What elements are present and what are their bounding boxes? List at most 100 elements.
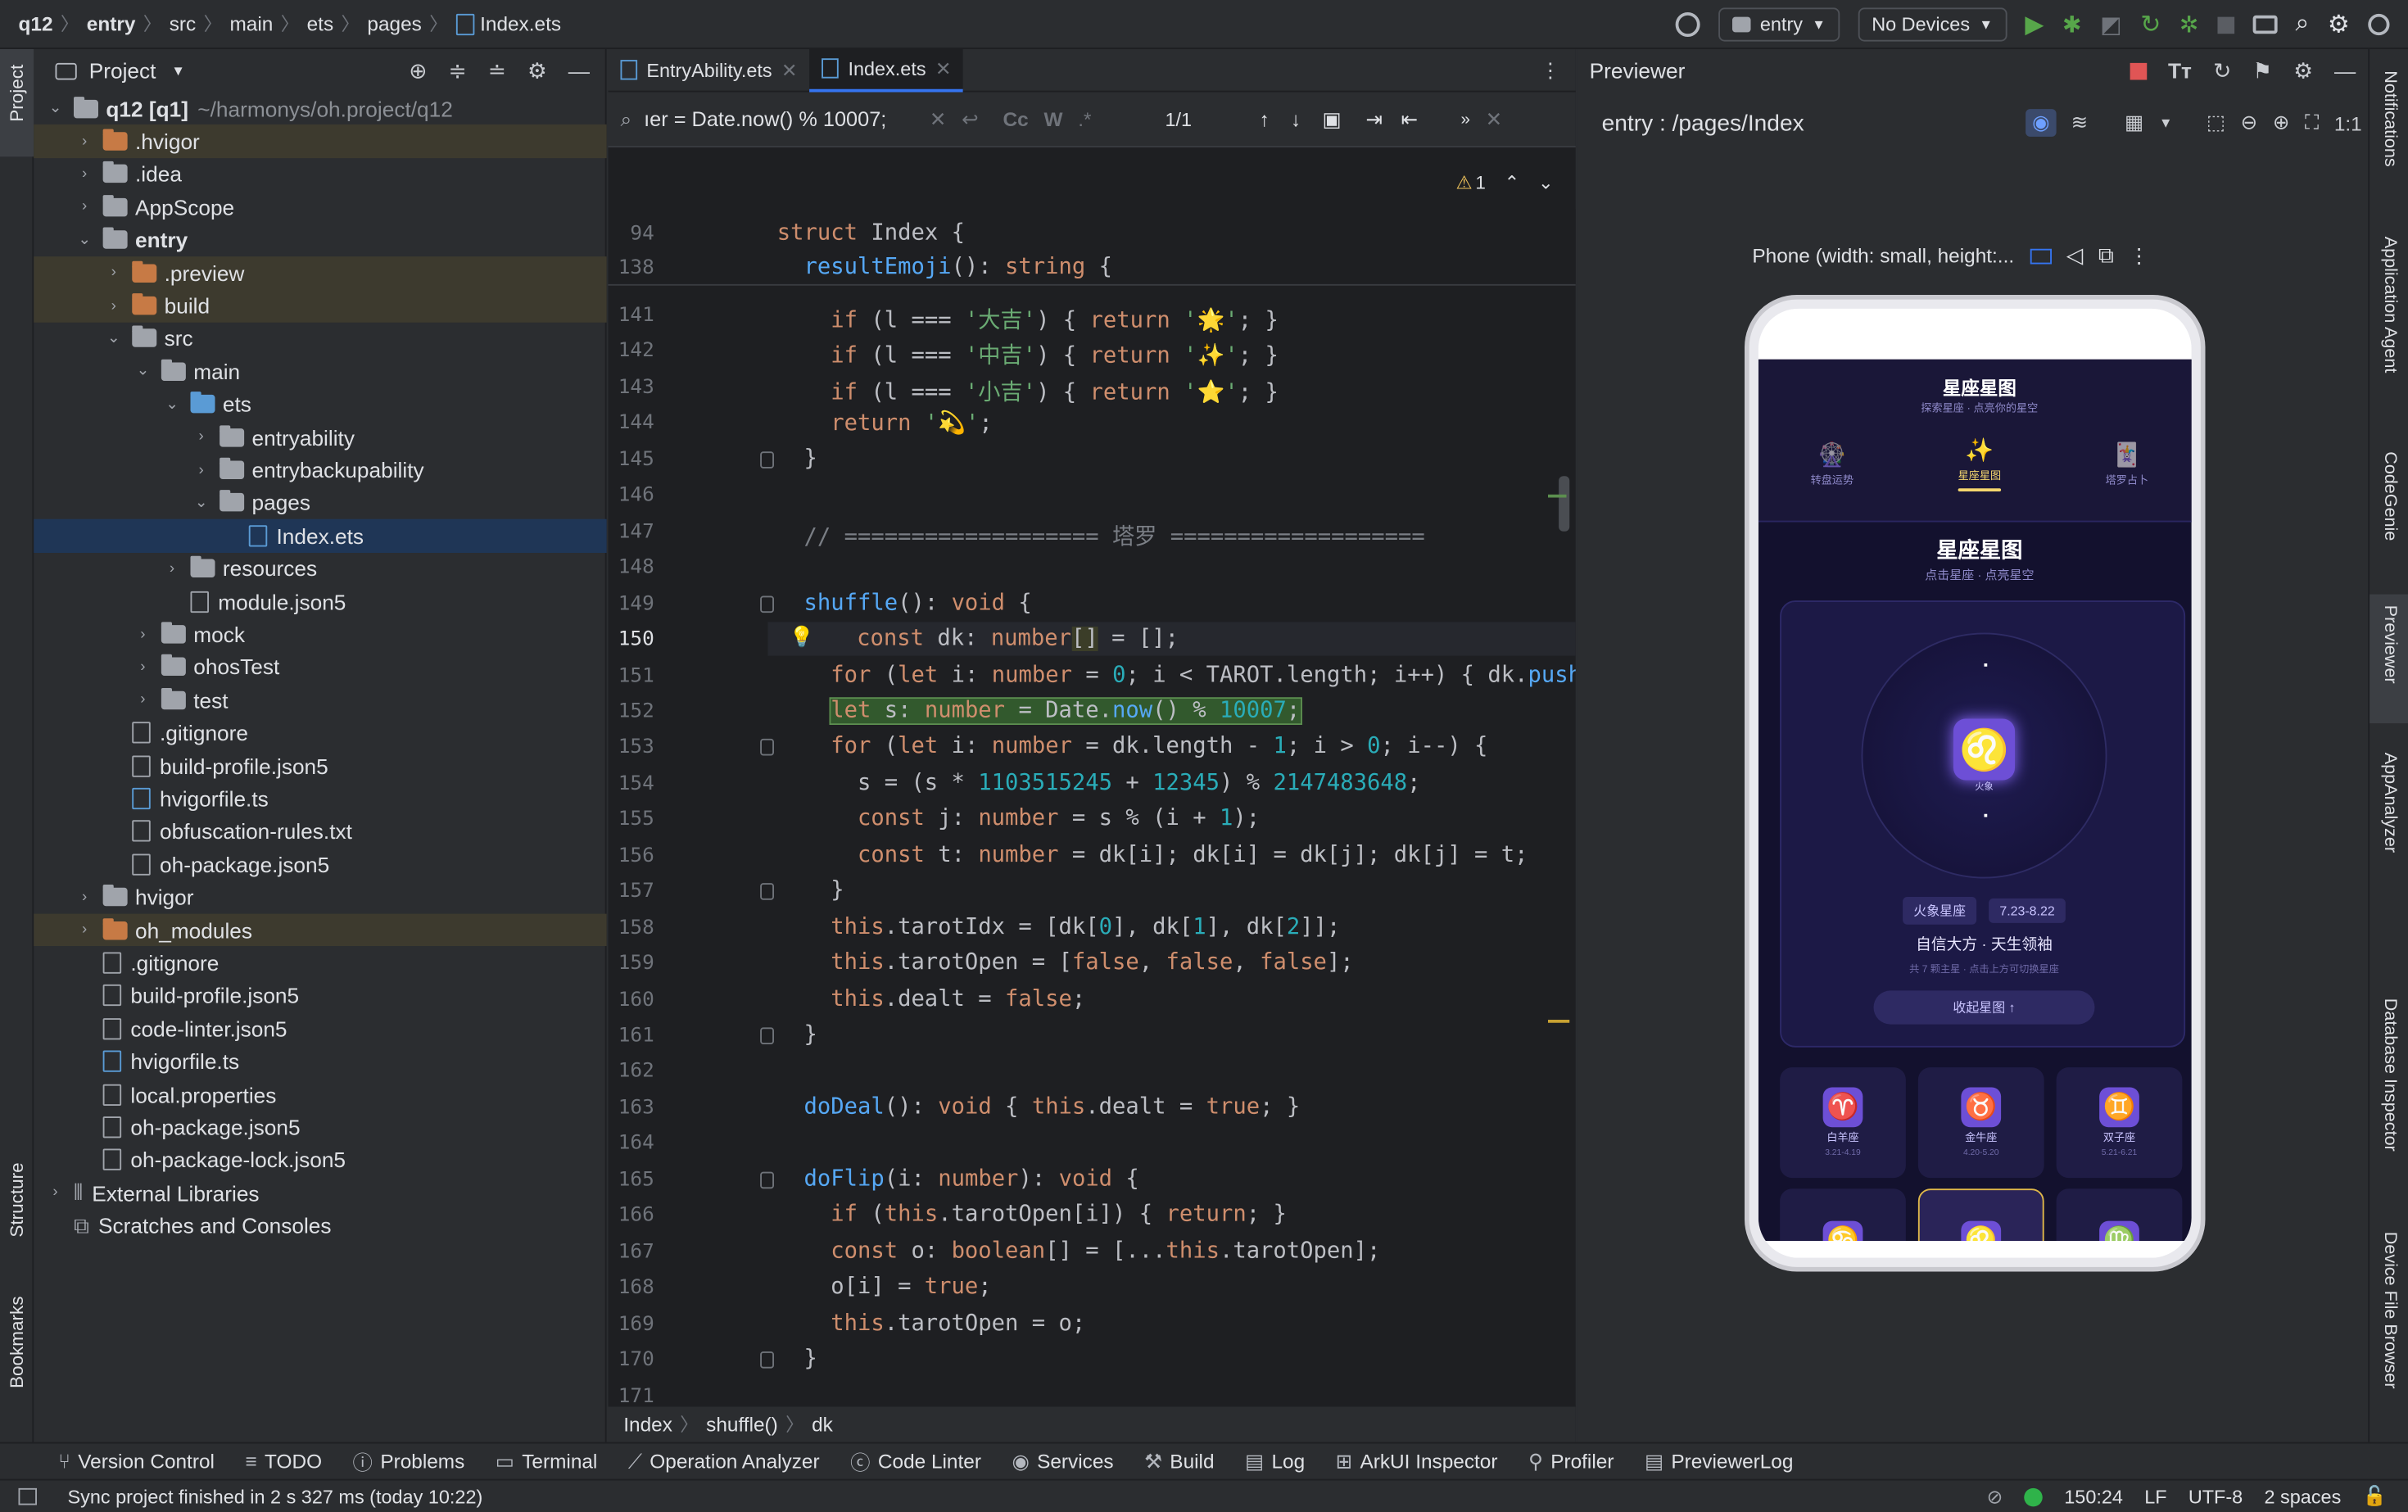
code-line[interactable]: } xyxy=(777,1347,817,1371)
fit-icon[interactable]: ⛶ xyxy=(2305,111,2319,135)
tree-item[interactable]: ⌄ q12 [q1] ~/harmonys/oh.project/q12 xyxy=(34,93,606,125)
tool-window-services[interactable]: ◉ Services xyxy=(1012,1449,1113,1474)
breadcrumb-item[interactable]: Index.ets xyxy=(480,12,561,35)
add-occurrence-icon[interactable]: ⇥ xyxy=(1366,106,1383,131)
locate-icon[interactable]: ⊕ xyxy=(409,57,427,84)
project-panel-title[interactable]: Project xyxy=(89,58,156,83)
tab-entryability[interactable]: EntryAbility.ets ✕ xyxy=(609,48,810,92)
tab-index[interactable]: Index.ets ✕ xyxy=(809,48,964,92)
code-line[interactable]: this.tarotOpen = o; xyxy=(777,1311,1085,1335)
chevron-down-icon[interactable]: ⌄ xyxy=(75,232,94,249)
tree-item[interactable]: code-linter.json5 xyxy=(34,1012,606,1045)
collapse-star-map-button[interactable]: 收起星图 ↑ xyxy=(1873,990,2095,1025)
status-indicator-icon[interactable] xyxy=(2024,1487,2044,1506)
tree-item[interactable]: ⌄ pages xyxy=(34,487,606,519)
fold-marker-icon[interactable] xyxy=(760,883,774,901)
chevron-down-icon[interactable]: ⌄ xyxy=(192,495,210,512)
chevron-right-icon[interactable]: › xyxy=(46,1184,65,1202)
tree-item[interactable]: module.json5 xyxy=(34,585,606,618)
code-line[interactable]: s = (s * 1103515245 + 12345) % 214748364… xyxy=(777,771,1421,795)
code-line[interactable]: for (let i: number = dk.length - 1; i > … xyxy=(777,735,1487,759)
code-line[interactable]: const j: number = s % (i + 1); xyxy=(777,807,1260,831)
fold-marker-icon[interactable] xyxy=(760,1351,774,1369)
expand-all-icon[interactable]: ≑ xyxy=(448,57,466,84)
tree-item[interactable]: › hvigor xyxy=(34,880,606,913)
chevron-right-icon[interactable]: › xyxy=(105,297,124,315)
code-line[interactable]: } xyxy=(777,879,844,903)
previewer-tool-label[interactable]: Previewer xyxy=(2380,605,2399,684)
app-tab[interactable]: ✨ 星座星图 xyxy=(1926,437,2033,491)
close-icon[interactable]: ✕ xyxy=(935,57,952,79)
tree-item[interactable]: › test xyxy=(34,684,606,717)
leo-symbol-icon[interactable]: ♌ xyxy=(1953,718,2015,781)
tree-item[interactable]: › .preview xyxy=(34,256,607,290)
lock-icon[interactable]: 🔓 xyxy=(2363,1485,2387,1508)
zoom-out-icon[interactable]: ⊖ xyxy=(2241,111,2257,135)
chevron-right-icon[interactable]: › xyxy=(163,560,182,577)
hide-icon[interactable]: — xyxy=(568,58,590,83)
chevron-down-icon[interactable]: ▼ xyxy=(2159,115,2173,131)
tool-window-todo[interactable]: ≡ TODO xyxy=(245,1450,322,1473)
account-icon[interactable] xyxy=(2368,13,2390,36)
code-line[interactable]: if (l === '大吉') { return '🌟'; } xyxy=(777,302,1279,334)
prev-highlight-icon[interactable]: ⌃ xyxy=(1504,172,1519,193)
match-case-toggle[interactable]: Cc xyxy=(1003,107,1029,130)
attach-debugger-icon[interactable]: ◩ xyxy=(2100,11,2122,38)
stop-preview-icon[interactable] xyxy=(2130,61,2147,79)
frame-icon[interactable]: ⬚ xyxy=(2207,111,2225,135)
tool-window-log[interactable]: ▤ Log xyxy=(1245,1449,1305,1474)
chevron-right-icon[interactable]: › xyxy=(134,691,152,708)
footer-crumb[interactable]: shuffle() xyxy=(706,1413,778,1436)
run-config-select[interactable]: entry ▼ xyxy=(1718,7,1840,42)
chevron-right-icon[interactable]: › xyxy=(105,265,124,282)
scrollbar-thumb[interactable] xyxy=(1559,476,1570,532)
breadcrumb-item[interactable]: entry xyxy=(87,12,136,35)
chevron-right-icon[interactable]: › xyxy=(134,626,152,643)
code-line[interactable]: doDeal(): void { this.dealt = true; } xyxy=(777,1095,1301,1120)
chevron-down-icon[interactable]: ⌄ xyxy=(105,330,124,347)
code-line[interactable]: // =================== 塔罗 ==============… xyxy=(777,518,1425,550)
tree-item[interactable]: › .idea xyxy=(34,158,606,191)
history-icon[interactable]: ↩ xyxy=(962,106,978,131)
fold-marker-icon[interactable] xyxy=(760,595,774,613)
chevron-down-icon[interactable]: ▼ xyxy=(171,63,185,79)
code-area[interactable]: 141 if (l === '大吉') { return '🌟'; } 142 i… xyxy=(609,286,1576,1404)
tree-item[interactable]: › entryability xyxy=(34,421,606,454)
notifications-tool-label[interactable]: Notifications xyxy=(2380,70,2399,166)
breadcrumb-item[interactable]: src xyxy=(170,12,197,35)
tree-item[interactable]: ⌄ entry xyxy=(34,224,606,256)
tree-item[interactable]: oh-package-lock.json5 xyxy=(34,1143,606,1176)
code-line[interactable]: const dk: number[] = []; xyxy=(803,627,1179,652)
font-size-icon[interactable]: Tт xyxy=(2168,58,2192,83)
zodiac-card[interactable]: ♈ 白羊座 3.21-4.19 xyxy=(1780,1067,1906,1179)
app-tab[interactable]: 🎡 转盘运势 xyxy=(1778,440,1885,487)
sticky-line[interactable]: resultEmoji(): string { xyxy=(777,255,1113,279)
chevron-down-icon[interactable]: ⌄ xyxy=(46,100,65,117)
close-icon[interactable]: ✕ xyxy=(781,58,798,81)
tree-item[interactable]: ⌄ src xyxy=(34,322,606,355)
tree-item[interactable]: .gitignore xyxy=(34,717,606,749)
chevron-right-icon[interactable]: › xyxy=(75,133,94,150)
rotate-icon[interactable]: ⧉ xyxy=(2098,242,2114,269)
tree-item[interactable]: › oh_modules xyxy=(34,913,607,947)
code-line[interactable]: for (let i: number = 0; i < TAROT.length… xyxy=(777,663,1576,687)
bookmarks-tool-label[interactable]: Bookmarks xyxy=(7,1297,28,1389)
zodiac-card[interactable]: ♋ xyxy=(1780,1188,1906,1241)
inspection-widget[interactable]: ⚠ 1 ⌃ ⌄ xyxy=(1456,172,1554,193)
layers-icon[interactable]: ≋ xyxy=(2071,111,2088,135)
tree-item[interactable]: obfuscation-rules.txt xyxy=(34,815,606,848)
tree-item[interactable]: › .hvigor xyxy=(34,124,607,158)
code-line[interactable]: if (l === '小吉') { return '⭐'; } xyxy=(777,374,1279,406)
tree-item[interactable]: build-profile.json5 xyxy=(34,749,606,782)
device-label[interactable]: Phone (width: small, height:... xyxy=(1752,244,2014,267)
chevron-right-icon[interactable]: › xyxy=(192,428,210,446)
gear-icon[interactable]: ⚙ xyxy=(2328,9,2350,40)
zodiac-card[interactable]: ♌ xyxy=(1917,1188,2044,1241)
codegenie-tool-label[interactable]: CodeGenie xyxy=(2380,451,2399,541)
tree-item[interactable]: oh-package.json5 xyxy=(34,848,606,880)
fold-marker-icon[interactable] xyxy=(760,1171,774,1188)
close-find-icon[interactable]: ✕ xyxy=(1486,106,1502,131)
inspector-toggle-icon[interactable]: ◉ xyxy=(2026,109,2056,137)
tree-item[interactable]: ⧉ Scratches and Consoles xyxy=(34,1210,606,1243)
more-options-icon[interactable]: » xyxy=(1460,110,1469,129)
